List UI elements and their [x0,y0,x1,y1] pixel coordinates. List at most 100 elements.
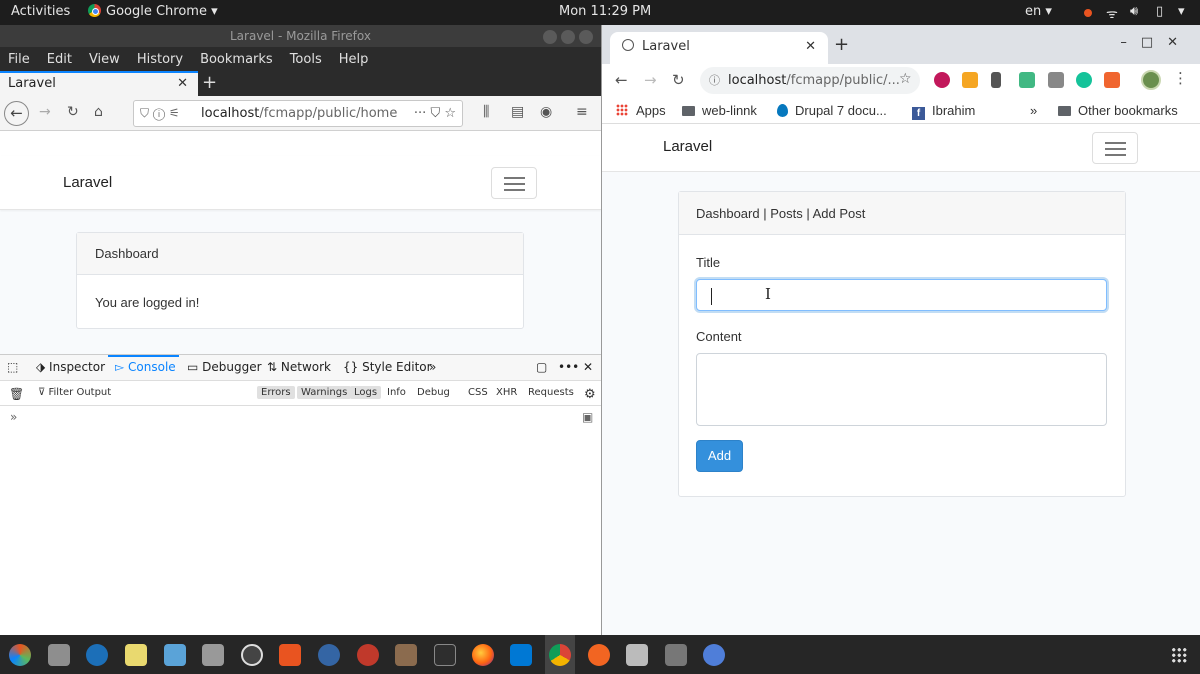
info-icon[interactable]: ⓘ [709,67,720,94]
language-indicator[interactable]: en ▾ [1025,4,1052,19]
grammarly-icon[interactable] [1076,72,1092,88]
filter-requests[interactable]: Requests [524,386,578,399]
content-textarea[interactable] [696,353,1107,426]
menu-bookmarks[interactable]: Bookmarks [200,52,273,67]
bookmark-web-linnk[interactable]: web-linnk [682,103,757,118]
site-info-icon[interactable]: ⛉ ⓘ ⚟ [140,101,180,126]
volume-icon[interactable]: 🔊︎ [1130,4,1138,19]
library-icon[interactable]: ⫼ [483,104,489,120]
tab-network[interactable]: ⇅ Network [267,360,331,374]
title-input[interactable]: I [696,279,1107,311]
bookmark-other[interactable]: Other bookmarks [1058,103,1178,118]
maximize-icon[interactable] [561,30,575,44]
filter-output-input[interactable]: ⊽ Filter Output [34,386,115,399]
forward-icon[interactable]: → [644,71,657,89]
show-applications-icon[interactable] [1171,647,1187,663]
home-icon[interactable]: ⌂ [94,104,103,120]
settings-gear-icon[interactable]: ⚙ [580,386,600,403]
split-console-icon[interactable]: ▣ [582,410,593,424]
trash-icon[interactable]: 🗑︎ [5,386,28,402]
close-icon[interactable] [579,30,593,44]
postman-icon[interactable] [588,644,610,666]
chrome-menu-icon[interactable]: ⋮ [1173,69,1188,87]
terminal-icon[interactable] [434,644,456,666]
brand-link[interactable]: Laravel [663,138,712,155]
bookmark-ibrahim[interactable]: f Ibrahim [912,103,975,120]
tab-console[interactable]: ▻ Console [115,360,176,374]
filter-errors[interactable]: Errors [257,386,295,399]
filezilla-icon[interactable] [125,644,147,666]
reload-icon[interactable]: ↻ [672,71,685,89]
activities-button[interactable]: Activities [11,4,70,19]
text-editor-icon[interactable] [48,644,70,666]
bookmark-star-icon[interactable]: ☆ [899,71,912,87]
filter-logs[interactable]: Logs [350,386,382,399]
close-tab-icon[interactable]: ✕ [177,76,188,91]
close-devtools-icon[interactable]: ✕ [583,360,593,374]
clock[interactable]: Mon 11:29 PM [559,4,651,19]
page-actions-icon[interactable]: ··· ⛉ ☆ [414,101,456,126]
profile-avatar[interactable] [1141,70,1161,90]
navbar-toggler-icon[interactable] [1092,132,1138,164]
screenshot-tool-icon[interactable] [357,644,379,666]
tab-debugger[interactable]: ▭ Debugger [187,360,262,374]
filter-info[interactable]: Info [383,386,410,399]
filter-warnings[interactable]: Warnings [297,386,352,399]
devtools-menu-icon[interactable]: ••• [558,360,579,374]
filter-css[interactable]: CSS [464,386,492,399]
element-picker-icon[interactable]: ⬚ [7,360,18,374]
slack-icon[interactable] [9,644,31,666]
chrome-dock-icon[interactable] [549,644,571,666]
thunderbird-icon[interactable] [86,644,108,666]
tab-inspector[interactable]: ⬗ Inspector [36,360,105,374]
menu-edit[interactable]: Edit [47,52,72,67]
more-bookmarks-icon[interactable]: » [1030,103,1037,118]
menu-view[interactable]: View [89,52,120,67]
vue-devtools-icon[interactable] [1019,72,1035,88]
navbar-toggler-icon[interactable] [491,167,537,199]
help-icon[interactable] [318,644,340,666]
filter-xhr[interactable]: XHR [492,386,521,399]
hamburger-menu-icon[interactable]: ≡ [576,104,588,120]
dock-side-icon[interactable]: ▢ [536,360,547,374]
firefox-icon[interactable] [472,644,494,666]
menu-history[interactable]: History [137,52,183,67]
firefox-tab[interactable]: Laravel ✕ [0,71,198,96]
console-prompt-icon[interactable]: » [10,410,17,424]
bookmark-apps[interactable]: Apps [616,103,666,118]
archive-manager-icon[interactable] [395,644,417,666]
vscode-icon[interactable] [510,644,532,666]
system-menu-icon[interactable]: ▾ [1178,4,1185,19]
pma-extension-icon[interactable] [962,72,978,88]
new-tab-icon[interactable]: + [202,72,217,93]
bookmark-drupal[interactable]: Drupal 7 docu... [777,103,887,118]
minimize-icon[interactable] [543,30,557,44]
battery-icon[interactable]: ▯ [1156,4,1163,19]
menu-file[interactable]: File [8,52,30,67]
add-button[interactable]: Add [696,440,743,472]
wifi-icon[interactable]: ᯤ [1106,4,1118,22]
url-bar[interactable]: ⛉ ⓘ ⚟ localhost/fcmapp/public/home ··· ⛉… [133,100,463,127]
software-updater-icon[interactable] [241,644,263,666]
brand-link[interactable]: Laravel [63,174,112,191]
account-icon[interactable]: ◉ [540,104,552,120]
forward-icon[interactable]: → [39,104,51,120]
puzzle-extension-icon[interactable] [1048,72,1064,88]
reload-icon[interactable]: ↻ [67,104,79,120]
new-tab-icon[interactable]: + [834,34,849,55]
back-button[interactable]: ← [4,101,29,126]
extension-icon[interactable] [934,72,950,88]
window-controls[interactable]: –□✕ [1120,35,1192,50]
more-tools-icon[interactable]: » [429,360,436,374]
filter-debug[interactable]: Debug [413,386,454,399]
back-icon[interactable]: ← [615,71,628,89]
camera-icon[interactable] [626,644,648,666]
app-menu[interactable]: Google Chrome ▾ [88,4,218,19]
document-viewer-icon[interactable] [164,644,186,666]
ubuntu-software-icon[interactable] [279,644,301,666]
menu-tools[interactable]: Tools [290,52,322,67]
menu-help[interactable]: Help [339,52,369,67]
close-tab-icon[interactable]: ✕ [805,39,816,54]
omnibox[interactable]: ⓘ localhost/fcmapp/public/... [700,67,920,94]
orange-extension-icon[interactable] [1104,72,1120,88]
